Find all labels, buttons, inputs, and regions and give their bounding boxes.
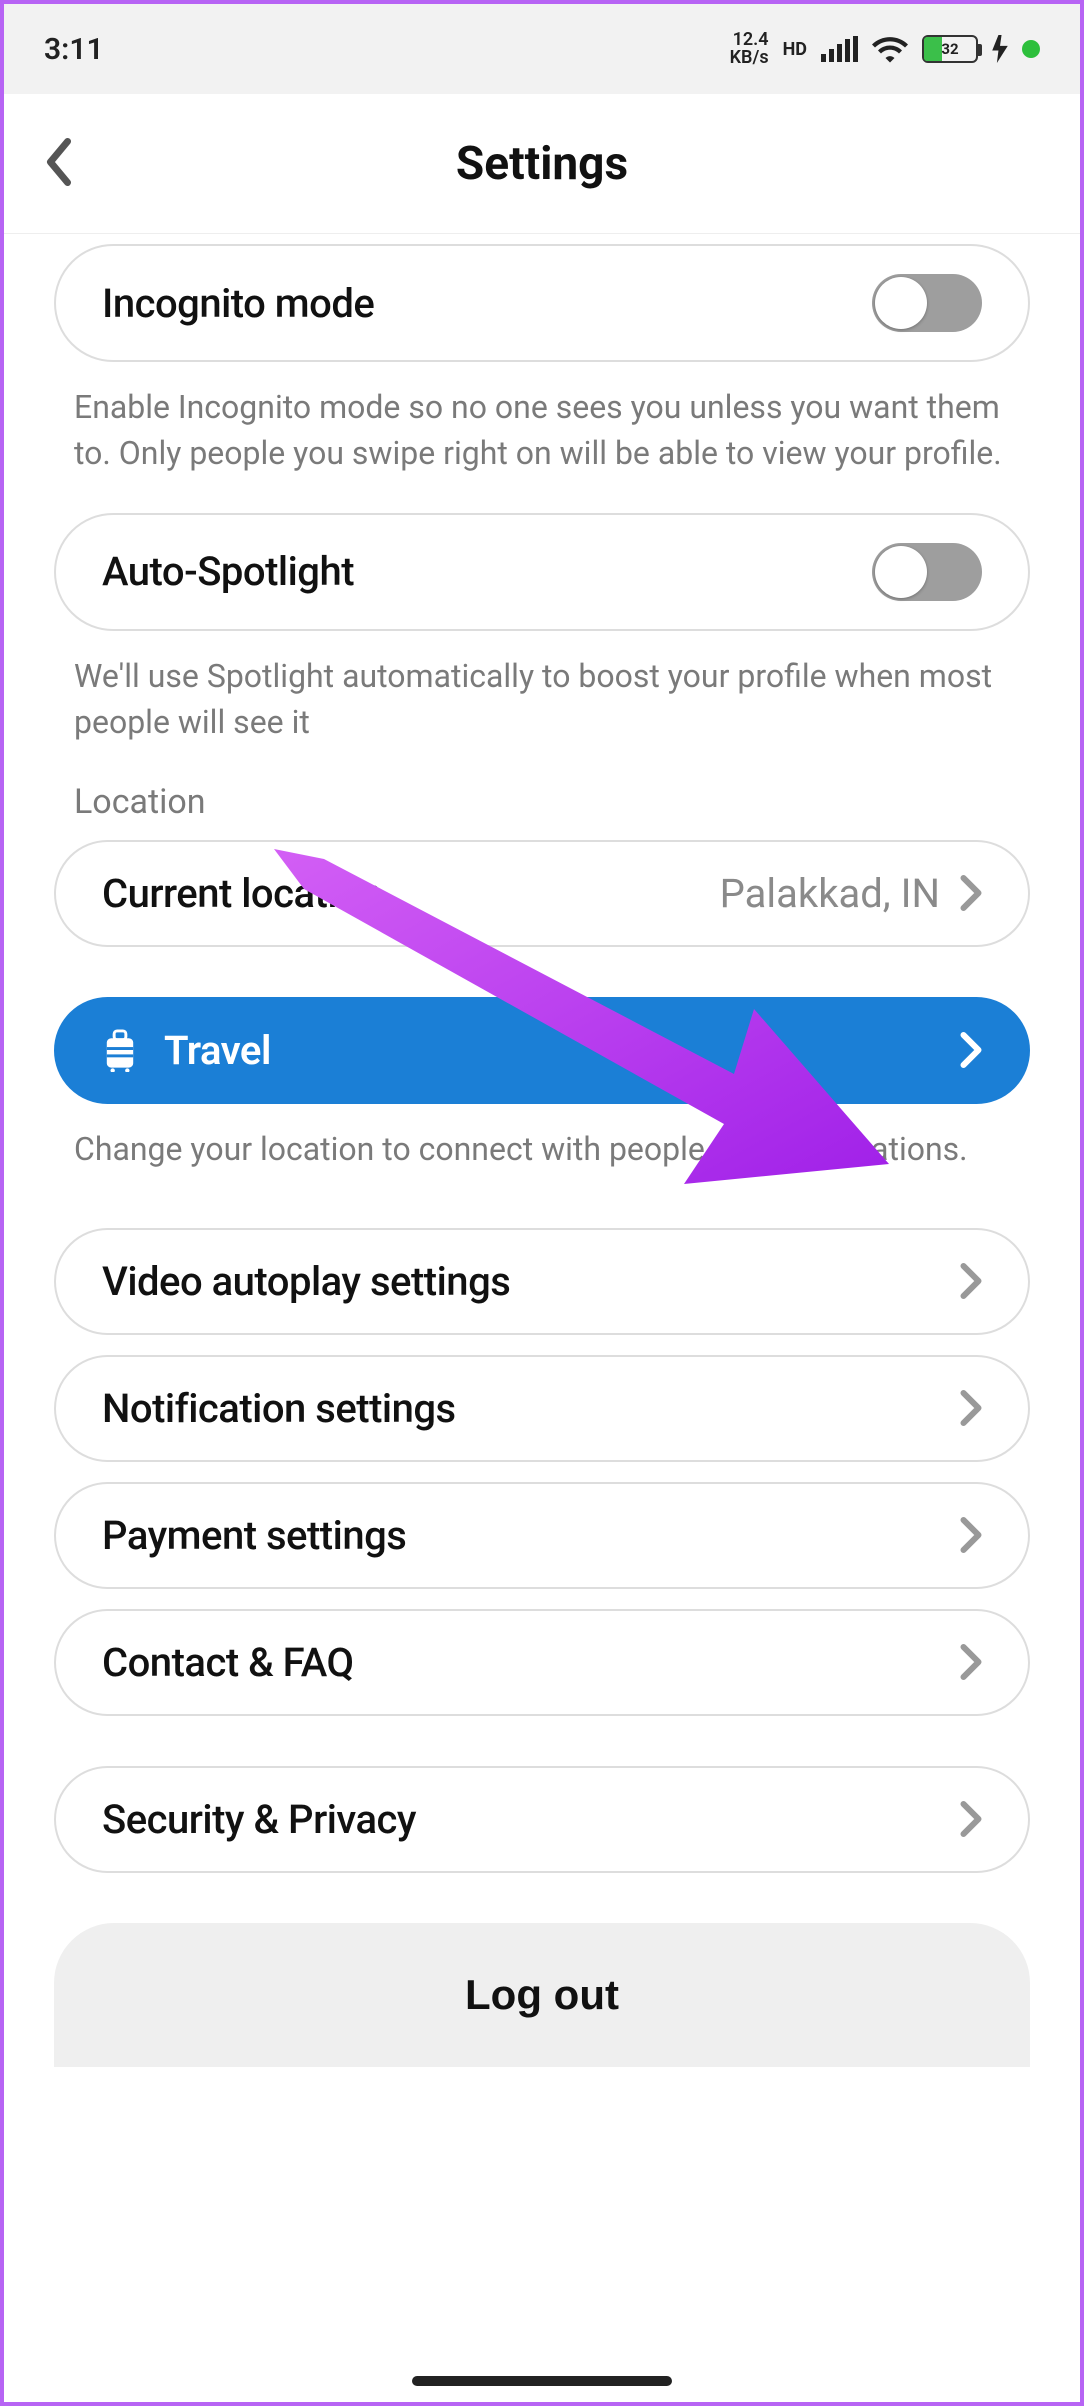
status-right: 12.4 KB/s HD 32 (730, 31, 1040, 67)
auto-spotlight-desc: We'll use Spotlight automatically to boo… (54, 631, 1030, 782)
charging-icon (992, 35, 1008, 63)
wifi-icon (872, 35, 908, 63)
status-bar: 3:11 12.4 KB/s HD 32 (4, 4, 1080, 94)
signal-icon (821, 36, 858, 62)
chevron-right-icon (960, 1032, 982, 1068)
header: Settings (4, 94, 1080, 234)
incognito-desc: Enable Incognito mode so no one sees you… (54, 362, 1030, 513)
notification-settings-label: Notification settings (102, 1385, 456, 1432)
chevron-right-icon (960, 1390, 982, 1426)
back-button[interactable] (44, 138, 74, 190)
security-privacy-label: Security & Privacy (102, 1796, 416, 1843)
current-location-label: Current location (102, 870, 381, 917)
location-section-label: Location (54, 782, 1030, 840)
home-indicator[interactable] (412, 2376, 672, 2386)
battery-icon: 32 (922, 35, 978, 63)
auto-spotlight-label: Auto-Spotlight (102, 548, 354, 595)
current-location-row[interactable]: Current location Palakkad, IN (54, 840, 1030, 947)
video-autoplay-label: Video autoplay settings (102, 1258, 510, 1305)
payment-settings-row[interactable]: Payment settings (54, 1482, 1030, 1589)
chevron-left-icon (44, 138, 74, 186)
incognito-toggle[interactable] (872, 274, 982, 332)
chevron-right-icon (960, 1263, 982, 1299)
hd-indicator: HD (783, 39, 807, 60)
page-title: Settings (456, 137, 628, 191)
contact-faq-row[interactable]: Contact & FAQ (54, 1609, 1030, 1716)
current-location-value: Palakkad, IN (720, 870, 940, 917)
incognito-row[interactable]: Incognito mode (54, 244, 1030, 362)
auto-spotlight-row[interactable]: Auto-Spotlight (54, 513, 1030, 631)
privacy-indicator-dot (1022, 40, 1040, 58)
chevron-right-icon (960, 1644, 982, 1680)
travel-desc: Change your location to connect with peo… (54, 1104, 1030, 1208)
payment-settings-label: Payment settings (102, 1512, 406, 1559)
travel-label: Travel (164, 1027, 271, 1074)
network-speed: 12.4 KB/s (730, 31, 769, 67)
contact-faq-label: Contact & FAQ (102, 1639, 354, 1686)
notification-settings-row[interactable]: Notification settings (54, 1355, 1030, 1462)
travel-row[interactable]: Travel (54, 997, 1030, 1104)
logout-button[interactable]: Log out (54, 1923, 1030, 2067)
security-privacy-row[interactable]: Security & Privacy (54, 1766, 1030, 1873)
chevron-right-icon (960, 875, 982, 911)
luggage-icon (102, 1028, 138, 1072)
status-time: 3:11 (44, 32, 104, 67)
chevron-right-icon (960, 1517, 982, 1553)
auto-spotlight-toggle[interactable] (872, 543, 982, 601)
incognito-label: Incognito mode (102, 280, 374, 327)
video-autoplay-row[interactable]: Video autoplay settings (54, 1228, 1030, 1335)
chevron-right-icon (960, 1801, 982, 1837)
